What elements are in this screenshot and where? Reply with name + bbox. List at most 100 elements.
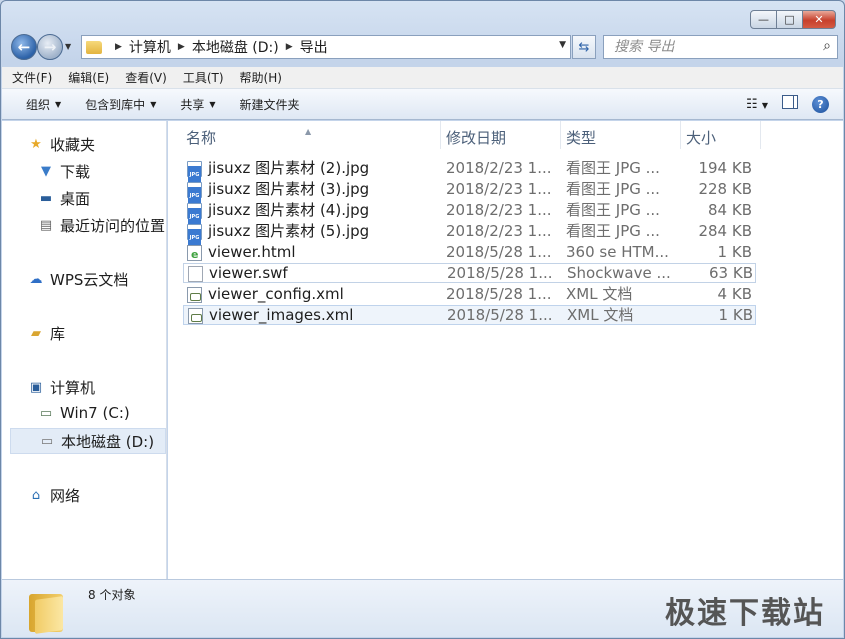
- watermark-logo: 极速下载站: [665, 596, 825, 631]
- file-row[interactable]: viewer.swf 2018/5/28 1... Shockwave ... …: [183, 263, 756, 283]
- recent-pages-dropdown[interactable]: ▼: [65, 42, 71, 51]
- file-type: Shockwave ...: [567, 264, 671, 282]
- file-row[interactable]: jisuxz 图片素材 (5).jpg 2018/2/23 1... 看图王 J…: [183, 222, 756, 248]
- file-row[interactable]: jisuxz 图片素材 (2).jpg 2018/2/23 1... 看图王 J…: [183, 159, 756, 185]
- jpg-file-icon: [187, 202, 202, 227]
- chevron-down-icon: ▼: [55, 99, 62, 109]
- file-row[interactable]: viewer.html 2018/5/28 1... 360 se HTM...…: [183, 243, 756, 264]
- refresh-button[interactable]: ⇆: [572, 35, 596, 59]
- file-name: viewer_config.xml: [187, 285, 344, 304]
- search-icon[interactable]: ⌕: [823, 38, 831, 54]
- column-size[interactable]: 大小: [686, 127, 716, 148]
- breadcrumb-export[interactable]: 导出: [300, 37, 328, 57]
- column-divider[interactable]: [760, 121, 761, 149]
- menu-help[interactable]: 帮助(H): [240, 69, 282, 86]
- file-type: 360 se HTM...: [566, 243, 669, 261]
- nav-label: 下载: [60, 163, 91, 181]
- file-name: jisuxz 图片素材 (2).jpg: [187, 159, 369, 185]
- search-box: ⌕: [603, 35, 838, 59]
- file-size: 1 KB: [718, 306, 753, 324]
- column-divider[interactable]: [440, 121, 441, 149]
- file-row[interactable]: jisuxz 图片素材 (3).jpg 2018/2/23 1... 看图王 J…: [183, 180, 756, 206]
- nav-desktop[interactable]: ▬ 桌面: [38, 188, 90, 209]
- breadcrumb-separator[interactable]: ▶: [115, 42, 122, 52]
- toolbar-right: ☷ ▼ ?: [732, 95, 829, 113]
- address-dropdown[interactable]: ▼: [559, 40, 566, 50]
- column-divider[interactable]: [680, 121, 681, 149]
- organize-button[interactable]: 组织 ▼: [26, 96, 61, 113]
- nav-favorites[interactable]: ★ 收藏夹: [28, 134, 95, 155]
- nav-drive-c[interactable]: ▭ Win7 (C:): [38, 404, 130, 422]
- file-row[interactable]: viewer_images.xml 2018/5/28 1... XML 文档 …: [183, 305, 756, 325]
- file-name: jisuxz 图片素材 (3).jpg: [187, 180, 369, 206]
- file-list-scrollbar[interactable]: [835, 121, 843, 579]
- maximize-button[interactable]: □: [776, 10, 803, 29]
- file-type: 看图王 JPG ...: [566, 201, 660, 219]
- file-date: 2018/5/28 1...: [446, 243, 552, 261]
- back-button[interactable]: ←: [11, 34, 37, 60]
- column-name[interactable]: 名称: [186, 127, 216, 148]
- column-type[interactable]: 类型: [566, 127, 596, 148]
- file-date: 2018/2/23 1...: [446, 180, 552, 198]
- cloud-icon: ☁: [29, 272, 43, 287]
- menu-tools[interactable]: 工具(T): [183, 69, 224, 86]
- file-size: 63 KB: [709, 264, 753, 282]
- menu-view[interactable]: 查看(V): [125, 69, 167, 86]
- file-date: 2018/5/28 1...: [446, 285, 552, 303]
- preview-pane-icon: [782, 95, 798, 109]
- new-folder-button[interactable]: 新建文件夹: [240, 96, 300, 113]
- file-name: jisuxz 图片素材 (5).jpg: [187, 222, 369, 248]
- breadcrumb-separator[interactable]: ▶: [286, 42, 293, 52]
- file-name: viewer_images.xml: [188, 306, 353, 325]
- search-input[interactable]: [614, 39, 804, 55]
- help-button[interactable]: ?: [812, 95, 829, 113]
- minimize-button[interactable]: —: [750, 10, 777, 29]
- nav-drive-d[interactable]: ▭ 本地磁盘 (D:): [10, 428, 166, 454]
- chevron-down-icon: ▼: [150, 99, 157, 109]
- nav-library[interactable]: ▰ 库: [28, 323, 65, 344]
- file-name: jisuxz 图片素材 (4).jpg: [187, 201, 369, 227]
- file-size: 84 KB: [708, 201, 752, 219]
- nav-network[interactable]: ⌂ 网络: [28, 485, 80, 506]
- file-type: 看图王 JPG ...: [566, 222, 660, 240]
- xml-file-icon: [187, 286, 202, 303]
- nav-label: 桌面: [60, 190, 91, 208]
- include-library-button[interactable]: 包含到库中 ▼: [85, 96, 156, 113]
- column-divider[interactable]: [560, 121, 561, 149]
- menu-file[interactable]: 文件(F): [12, 69, 52, 86]
- file-row[interactable]: viewer_config.xml 2018/5/28 1... XML 文档 …: [183, 285, 756, 305]
- details-view-icon: ☷: [746, 96, 758, 112]
- share-button[interactable]: 共享 ▼: [180, 96, 215, 113]
- file-date: 2018/5/28 1...: [447, 306, 553, 324]
- file-date: 2018/2/23 1...: [446, 201, 552, 219]
- organize-label: 组织: [26, 97, 51, 112]
- file-type: 看图王 JPG ...: [566, 180, 660, 198]
- file-name: viewer.html: [187, 243, 296, 264]
- folder-icon: [29, 590, 65, 634]
- system-drive-icon: ▭: [39, 405, 53, 421]
- preview-pane-button[interactable]: [782, 95, 798, 113]
- menu-edit[interactable]: 编辑(E): [68, 69, 109, 86]
- breadcrumb-separator[interactable]: ▶: [178, 42, 185, 52]
- nav-wps-cloud[interactable]: ☁ WPS云文档: [28, 269, 129, 290]
- close-button[interactable]: ✕: [802, 10, 836, 29]
- nav-label: 计算机: [50, 379, 96, 397]
- file-type: XML 文档: [566, 285, 633, 303]
- forward-button[interactable]: →: [37, 34, 63, 60]
- nav-label: WPS云文档: [50, 271, 129, 289]
- nav-label: Win7 (C:): [60, 404, 130, 422]
- file-row[interactable]: jisuxz 图片素材 (4).jpg 2018/2/23 1... 看图王 J…: [183, 201, 756, 227]
- breadcrumb-drive-d[interactable]: 本地磁盘 (D:): [192, 37, 279, 57]
- menu-bar: 文件(F) 编辑(E) 查看(V) 工具(T) 帮助(H): [2, 67, 843, 89]
- nav-recent[interactable]: ▤ 最近访问的位置: [38, 215, 165, 236]
- nav-downloads[interactable]: ▼ 下载: [38, 161, 90, 182]
- file-name-text: viewer.html: [208, 243, 296, 261]
- breadcrumb-computer[interactable]: 计算机: [129, 37, 171, 57]
- address-bar[interactable]: ▶ 计算机 ▶ 本地磁盘 (D:) ▶ 导出 ▼: [81, 35, 571, 59]
- view-options-button[interactable]: ☷ ▼: [746, 97, 768, 112]
- column-date[interactable]: 修改日期: [446, 127, 506, 148]
- nav-computer[interactable]: ▣ 计算机: [28, 377, 95, 398]
- nav-label: 最近访问的位置: [60, 217, 166, 235]
- blank-file-icon: [188, 265, 203, 282]
- forward-arrow-icon: →: [43, 38, 57, 56]
